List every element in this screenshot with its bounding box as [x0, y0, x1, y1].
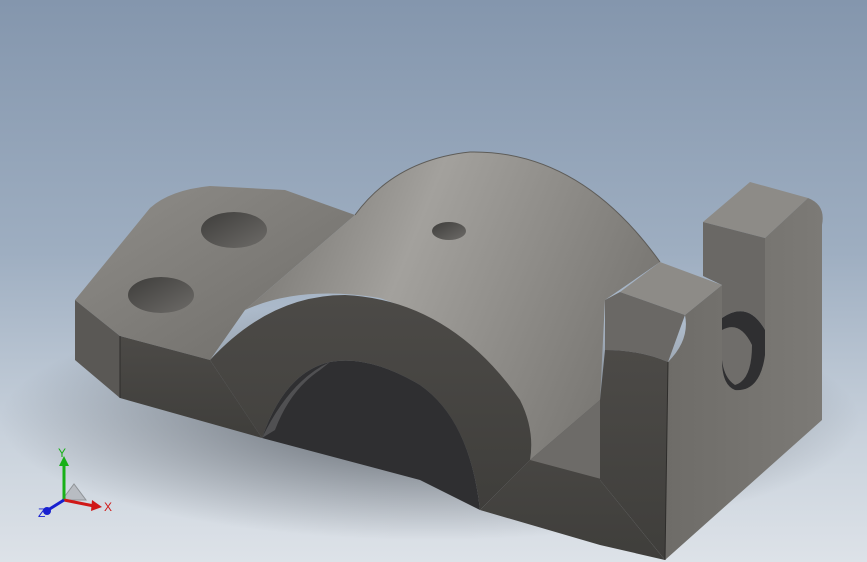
bolt-hole-front — [128, 277, 194, 313]
z-axis-label: Z — [38, 506, 45, 520]
reference-triad[interactable]: Y X Z — [34, 448, 114, 522]
x-axis-arrow-icon — [91, 500, 102, 511]
bolt-hole-rear — [201, 212, 267, 248]
y-axis-label: Y — [58, 448, 66, 460]
z-axis-icon — [47, 498, 65, 512]
x-axis-icon — [63, 498, 95, 508]
cad-model[interactable] — [0, 0, 867, 562]
x-axis-label: X — [104, 500, 112, 514]
3d-viewport[interactable]: Y X Z — [0, 0, 867, 562]
pin-hole — [432, 222, 466, 240]
triad-base-icon — [61, 483, 87, 501]
